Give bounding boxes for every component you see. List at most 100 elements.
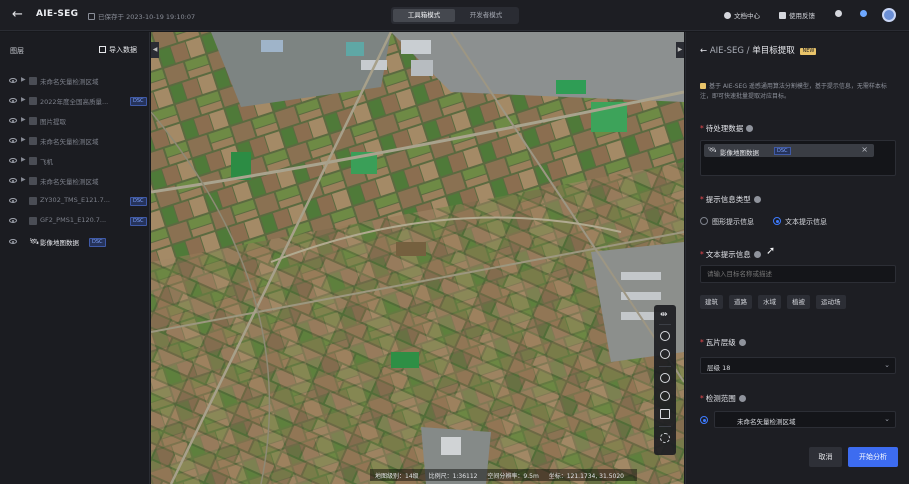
quick-tag-road[interactable]: 道路 — [729, 295, 752, 309]
help-icon[interactable] — [738, 395, 746, 402]
quick-tag-sports-field[interactable]: 运动场 — [816, 295, 846, 309]
panel-header: ← AIE-SEG / 单目标提取 NEW — [700, 46, 817, 56]
text-prompt-label: * 文本提示信息 — [700, 249, 761, 260]
avatar[interactable] — [882, 8, 896, 22]
feedback-link[interactable]: 使用反馈 — [779, 10, 815, 20]
eye-icon[interactable] — [9, 198, 17, 203]
layer-name: ZY302_TMS_E121.7... — [40, 196, 110, 204]
help-icon[interactable] — [753, 251, 761, 258]
tool-panel: ← AIE-SEG / 单目标提取 NEW 基于 AIE-SEG 遥感通用算法分… — [685, 32, 909, 484]
layer-item[interactable]: ▶ 未命名矢量检测区域 — [9, 134, 141, 148]
layer-name: 图片提取 — [40, 118, 66, 126]
vector-layer-icon — [29, 177, 37, 185]
docs-center-link[interactable]: 文档中心 — [724, 10, 760, 20]
layer-name: 飞机 — [40, 158, 53, 166]
eye-icon[interactable] — [9, 78, 17, 83]
collapse-left-panel-button[interactable]: ◀ — [151, 42, 159, 58]
data-select-field[interactable]: 🛰 影像地图数据 DSC × — [700, 140, 896, 176]
top-bar: ← AIE-SEG 已保存于 2023-10-19 19:10:07 工具箱模式… — [0, 0, 909, 31]
layer-item-active[interactable]: 🛰 影像地图数据 DSC — [9, 235, 141, 249]
quick-tag-water[interactable]: 水域 — [758, 295, 781, 309]
tab-developer-mode[interactable]: 开发者模式 — [455, 9, 517, 22]
vector-layer-icon — [29, 117, 37, 125]
map-toolbar: ⇹ — [654, 305, 676, 455]
tile-level-select[interactable]: 层级 18 ⌄ — [700, 357, 896, 374]
tab-toolbox-mode[interactable]: 工具箱模式 — [393, 9, 455, 22]
range-radio[interactable] — [700, 416, 708, 424]
locate-icon[interactable] — [660, 331, 670, 341]
eye-icon[interactable] — [9, 218, 17, 223]
mode-switch: 工具箱模式 开发者模式 — [391, 7, 519, 24]
start-analysis-button[interactable]: 开始分析 — [848, 447, 898, 467]
collapse-right-panel-button[interactable]: ▶ — [676, 42, 684, 58]
layer-item[interactable]: ZY302_TMS_E121.7... DSC — [9, 194, 147, 208]
back-arrow-icon[interactable]: ← — [700, 46, 710, 56]
radio-text-prompt[interactable]: 文本提示信息 — [773, 217, 827, 227]
text-prompt-input[interactable] — [700, 265, 896, 283]
measure-icon[interactable]: ⇹ — [660, 310, 668, 320]
raster-layer-icon — [29, 197, 37, 205]
chevron-down-icon: ⌄ — [884, 361, 890, 369]
feedback-icon — [779, 12, 786, 19]
raster-layer-icon — [29, 217, 37, 225]
grid-icon[interactable] — [660, 433, 670, 443]
mouse-cursor-icon: ➚ — [766, 244, 776, 257]
satellite-icon: 🛰 — [708, 146, 717, 154]
map-imagery — [151, 32, 684, 484]
eye-icon[interactable] — [9, 158, 17, 163]
import-data-button[interactable]: 导入数据 — [99, 45, 137, 55]
breadcrumb[interactable]: AIE-SEG — [710, 46, 744, 56]
layer-item[interactable]: ▶ 2022年度全国高质量... DSC — [9, 94, 147, 108]
notice-text: 基于 AIE-SEG 遥感通用算法分割模型，基于提示信息，无需样本标注，即可快速… — [700, 83, 887, 100]
help-icon[interactable] — [738, 339, 746, 346]
page-title: 单目标提取 — [752, 46, 795, 56]
range-label: * 检测范围 — [700, 393, 746, 404]
caret-right-icon[interactable]: ▶ — [21, 176, 26, 183]
notification-icon[interactable] — [835, 10, 845, 18]
layer-name: GF2_PMS1_E120.7... — [40, 216, 107, 224]
remove-icon[interactable]: × — [861, 145, 868, 154]
eye-icon[interactable] — [9, 239, 17, 244]
caret-right-icon[interactable]: ▶ — [21, 76, 26, 83]
help-icon[interactable] — [753, 196, 761, 203]
layer-name: 未命名矢量检测区域 — [40, 138, 99, 146]
fullscreen-icon[interactable] — [660, 409, 670, 419]
zoom-out-icon[interactable] — [660, 391, 670, 401]
quick-tag-vegetation[interactable]: 植被 — [787, 295, 810, 309]
eye-icon[interactable] — [9, 178, 17, 183]
eye-icon[interactable] — [9, 118, 17, 123]
layer-name: 影像地图数据 — [40, 239, 79, 247]
eye-icon[interactable] — [9, 138, 17, 143]
dsc-tag: DSC — [774, 147, 791, 155]
radio-shape-prompt[interactable]: 图形提示信息 — [700, 217, 754, 227]
import-icon — [99, 46, 106, 53]
eye-icon[interactable] — [9, 98, 17, 103]
info-notice: 基于 AIE-SEG 遥感通用算法分割模型，基于提示信息，无需样本标注，即可快速… — [700, 82, 896, 102]
data-chip-name: 影像地图数据 — [720, 149, 759, 157]
layer-item[interactable]: GF2_PMS1_E120.7... DSC — [9, 214, 147, 228]
globe-icon[interactable] — [660, 349, 670, 359]
layer-item[interactable]: ▶ 未命名矢量检测区域 — [9, 74, 141, 88]
tile-level-label: * 瓦片层级 — [700, 337, 746, 348]
chevron-down-icon: ⌄ — [884, 415, 890, 423]
layer-item[interactable]: ▶ 飞机 — [9, 154, 141, 168]
quick-tag-building[interactable]: 建筑 — [700, 295, 723, 309]
layer-item[interactable]: ▶ 图片提取 — [9, 114, 141, 128]
app-title: AIE-SEG — [36, 9, 79, 19]
caret-right-icon[interactable]: ▶ — [21, 136, 26, 143]
caret-right-icon[interactable]: ▶ — [21, 116, 26, 123]
cancel-button[interactable]: 取消 — [809, 447, 842, 467]
layer-item[interactable]: ▶ 未命名矢量检测区域 — [9, 174, 141, 188]
dsc-tag: DSC — [130, 197, 147, 206]
zoom-in-icon[interactable] — [660, 373, 670, 383]
layer-panel-title: 图层 — [10, 47, 24, 55]
back-arrow-icon[interactable]: ← — [12, 8, 26, 22]
map-status-bar: 地图级别：14级 比例尺：1:36112 空间分辨率：9.5m 坐标：121.1… — [370, 469, 637, 481]
satellite-map[interactable] — [151, 32, 684, 484]
caret-right-icon[interactable]: ▶ — [21, 96, 26, 103]
vector-layer-icon — [29, 157, 37, 165]
caret-right-icon[interactable]: ▶ — [21, 156, 26, 163]
range-select[interactable]: 未命名矢量检测区域 ⌄ — [714, 411, 896, 428]
help-icon[interactable] — [746, 125, 754, 132]
theme-icon[interactable] — [860, 10, 870, 18]
